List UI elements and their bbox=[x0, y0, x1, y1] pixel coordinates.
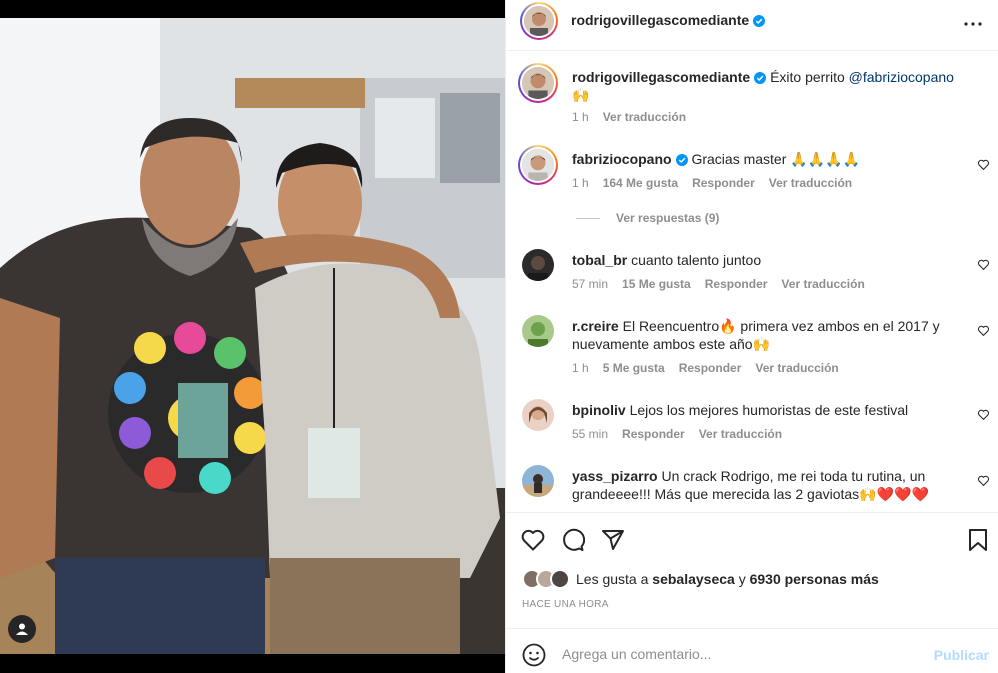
comment-body: Gracias master 🙏🙏🙏🙏 bbox=[691, 151, 860, 167]
comment-username[interactable]: bpinoliv bbox=[572, 402, 626, 418]
caption-text: rodrigovillegascomediante Éxito perrito … bbox=[572, 68, 972, 104]
post-timestamp: HACE UNA HORA bbox=[522, 599, 609, 610]
comment-avatar[interactable] bbox=[522, 399, 554, 431]
caption-body: Éxito perrito bbox=[770, 69, 849, 85]
translate-link[interactable]: Ver traducción bbox=[769, 176, 852, 190]
verified-badge-icon bbox=[753, 15, 766, 27]
comment-text: fabriziocopano Gracias master 🙏🙏🙏🙏 bbox=[572, 150, 972, 168]
comment-input[interactable] bbox=[562, 639, 922, 669]
bookmark-icon[interactable] bbox=[965, 527, 991, 553]
verified-badge-icon bbox=[754, 72, 767, 84]
paper-plane-icon[interactable] bbox=[600, 527, 626, 553]
translate-link[interactable]: Ver traducción bbox=[699, 427, 782, 441]
comment-body: El Reencuentro🔥 primera vez ambos en el … bbox=[572, 318, 940, 352]
author-avatar[interactable] bbox=[520, 2, 558, 40]
likes-text: Les gusta a sebalayseca y 6930 personas … bbox=[576, 571, 879, 587]
comment-icon[interactable] bbox=[560, 527, 586, 553]
caption-meta: 1 h Ver traducción bbox=[572, 110, 700, 124]
comment-text: bpinoliv Lejos los mejores humoristas de… bbox=[572, 401, 972, 419]
comment-time: 1 h bbox=[572, 361, 589, 375]
comment-text: tobal_br cuanto talento juntoo bbox=[572, 251, 972, 269]
post-photo bbox=[0, 18, 505, 654]
add-comment-bar: Publicar bbox=[506, 628, 998, 673]
comment-username[interactable]: r.creire bbox=[572, 318, 619, 334]
comment-likes[interactable]: 15 Me gusta bbox=[622, 277, 691, 291]
comment-username[interactable]: fabriziocopano bbox=[572, 151, 672, 167]
post-media[interactable] bbox=[0, 0, 505, 673]
comment-likes[interactable]: 5 Me gusta bbox=[603, 361, 665, 375]
comment-meta: 57 min 15 Me gusta Responder Ver traducción bbox=[572, 277, 879, 291]
replies-divider bbox=[576, 217, 600, 219]
replies-label: Ver respuestas (9) bbox=[616, 211, 720, 225]
caption-translate-link[interactable]: Ver traducción bbox=[603, 110, 686, 124]
caption-time: 1 h bbox=[572, 110, 589, 124]
caption-emoji: 🙌 bbox=[572, 87, 590, 103]
caption-username[interactable]: rodrigovillegascomediante bbox=[572, 69, 750, 85]
comment-meta: 1 h 5 Me gusta Responder Ver traducción bbox=[572, 361, 853, 375]
comment-text: r.creire El Reencuentro🔥 primera vez amb… bbox=[572, 317, 962, 353]
more-options-icon[interactable] bbox=[961, 12, 985, 36]
comments-list[interactable]: rodrigovillegascomediante Éxito perrito … bbox=[506, 51, 998, 512]
comment-avatar[interactable] bbox=[522, 465, 554, 497]
comment-username[interactable]: tobal_br bbox=[572, 252, 627, 268]
post-sidebar: rodrigovillegascomediante rodrigovillega… bbox=[505, 0, 998, 673]
comment-body: Lejos los mejores humoristas de este fes… bbox=[629, 402, 909, 418]
verified-badge-icon bbox=[675, 154, 688, 166]
heart-icon[interactable] bbox=[520, 527, 546, 553]
comment-like-icon[interactable] bbox=[977, 158, 990, 171]
publish-button[interactable]: Publicar bbox=[934, 647, 989, 663]
liker-avatar[interactable] bbox=[550, 569, 570, 589]
comment-likes[interactable]: 164 Me gusta bbox=[603, 176, 678, 190]
reply-button[interactable]: Responder bbox=[692, 176, 755, 190]
comment-like-icon[interactable] bbox=[977, 258, 990, 271]
comment-avatar[interactable] bbox=[522, 315, 554, 347]
comment-avatar[interactable] bbox=[518, 145, 558, 185]
post-header: rodrigovillegascomediante bbox=[506, 0, 998, 51]
translate-link[interactable]: Ver traducción bbox=[755, 361, 838, 375]
comment-time: 55 min bbox=[572, 427, 609, 441]
view-replies-button[interactable]: Ver respuestas (9) bbox=[576, 211, 719, 225]
comment-meta: 1 h 164 Me gusta Responder Ver traducción bbox=[572, 176, 866, 190]
translate-link[interactable]: Ver traducción bbox=[781, 277, 864, 291]
user-tag-icon[interactable] bbox=[8, 615, 36, 643]
caption-avatar[interactable] bbox=[518, 63, 558, 103]
comment-meta: 55 min Responder Ver traducción bbox=[572, 427, 796, 441]
likes-others[interactable]: 6930 personas más bbox=[750, 571, 879, 587]
comment-username[interactable]: yass_pizarro bbox=[572, 468, 658, 484]
photo-illustration bbox=[0, 18, 505, 654]
reply-button[interactable]: Responder bbox=[679, 361, 742, 375]
comment-like-icon[interactable] bbox=[977, 474, 990, 487]
reply-button[interactable]: Responder bbox=[622, 427, 685, 441]
author-username[interactable]: rodrigovillegascomediante bbox=[571, 12, 749, 28]
emoji-icon[interactable] bbox=[522, 643, 546, 667]
comment-text: yass_pizarro Un crack Rodrigo, me rei to… bbox=[572, 467, 962, 503]
likes-first-user[interactable]: sebalayseca bbox=[652, 571, 735, 587]
post-actions: Les gusta a sebalayseca y 6930 personas … bbox=[506, 512, 998, 628]
likes-connector: y bbox=[734, 571, 750, 587]
likes-summary: Les gusta a sebalayseca y 6930 personas … bbox=[522, 569, 879, 589]
comment-like-icon[interactable] bbox=[977, 324, 990, 337]
likes-prefix: Les gusta a bbox=[576, 571, 653, 587]
caption-mention[interactable]: @fabriziocopano bbox=[849, 69, 954, 85]
reply-button[interactable]: Responder bbox=[705, 277, 768, 291]
comment-avatar[interactable] bbox=[522, 249, 554, 281]
comment-like-icon[interactable] bbox=[977, 408, 990, 421]
comment-time: 1 h bbox=[572, 176, 589, 190]
comment-time: 57 min bbox=[572, 277, 609, 291]
comment-body: cuanto talento juntoo bbox=[631, 252, 762, 268]
